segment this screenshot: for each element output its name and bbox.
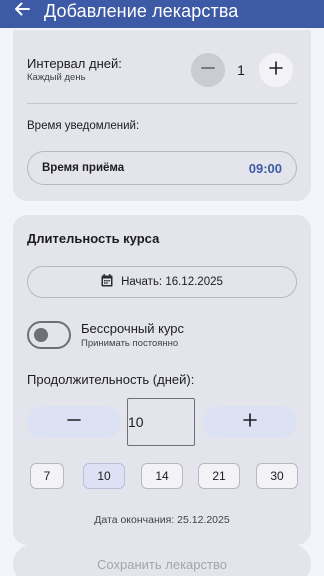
- start-date-label: Начать: 16.12.2025: [121, 276, 223, 288]
- plus-icon: [243, 412, 257, 432]
- duration-label: Продолжительность (дней):: [27, 372, 195, 387]
- page-title: Добавление лекарства: [44, 1, 239, 21]
- calendar-icon: [101, 274, 113, 290]
- save-button-label: Сохранить лекарство: [97, 556, 227, 572]
- minus-icon: [201, 61, 215, 80]
- duration-chip[interactable]: 10: [83, 463, 125, 489]
- intake-time-field[interactable]: Время приёма 09:00: [27, 151, 297, 185]
- duration-chip[interactable]: 7: [30, 463, 64, 489]
- arrow-left-icon: [13, 0, 31, 23]
- course-duration-card: Длительность курса Начать: 16.12.2025 Бе…: [13, 215, 311, 545]
- divider: [27, 103, 297, 104]
- duration-increase-button[interactable]: [203, 406, 297, 438]
- interval-decrease-button[interactable]: [191, 53, 225, 87]
- forever-course-sublabel: Принимать постоянно: [81, 338, 179, 349]
- interval-label: Интервал дней:: [27, 56, 122, 71]
- interval-value: 1: [237, 62, 245, 78]
- toggle-knob: [34, 328, 48, 342]
- end-date-label: Дата окончания: 25.12.2025: [94, 514, 230, 526]
- duration-decrease-button[interactable]: [27, 406, 121, 438]
- start-date-button[interactable]: Начать: 16.12.2025: [27, 266, 297, 298]
- intake-time-label: Время приёма: [42, 162, 125, 174]
- plus-icon: [269, 60, 283, 80]
- interval-sublabel: Каждый день: [27, 72, 86, 83]
- forever-course-toggle[interactable]: [27, 321, 71, 349]
- duration-chip[interactable]: 21: [198, 463, 240, 489]
- duration-input[interactable]: [127, 398, 195, 446]
- save-medication-button[interactable]: Сохранить лекарство: [13, 544, 311, 576]
- duration-chip[interactable]: 30: [256, 463, 298, 489]
- course-duration-title: Длительность курса: [27, 231, 160, 246]
- schedule-card: Интервал дней: Каждый день 1 Время уведо…: [13, 30, 311, 201]
- minus-icon: [67, 413, 81, 432]
- app-bar: Добавление лекарства: [0, 0, 324, 28]
- intake-time-value: 09:00: [248, 160, 282, 176]
- interval-increase-button[interactable]: [259, 53, 293, 87]
- forever-course-label: Бессрочный курс: [81, 321, 185, 336]
- back-button[interactable]: [0, 0, 44, 23]
- notification-time-label: Время уведомлений:: [27, 120, 140, 132]
- duration-chip[interactable]: 14: [141, 463, 183, 489]
